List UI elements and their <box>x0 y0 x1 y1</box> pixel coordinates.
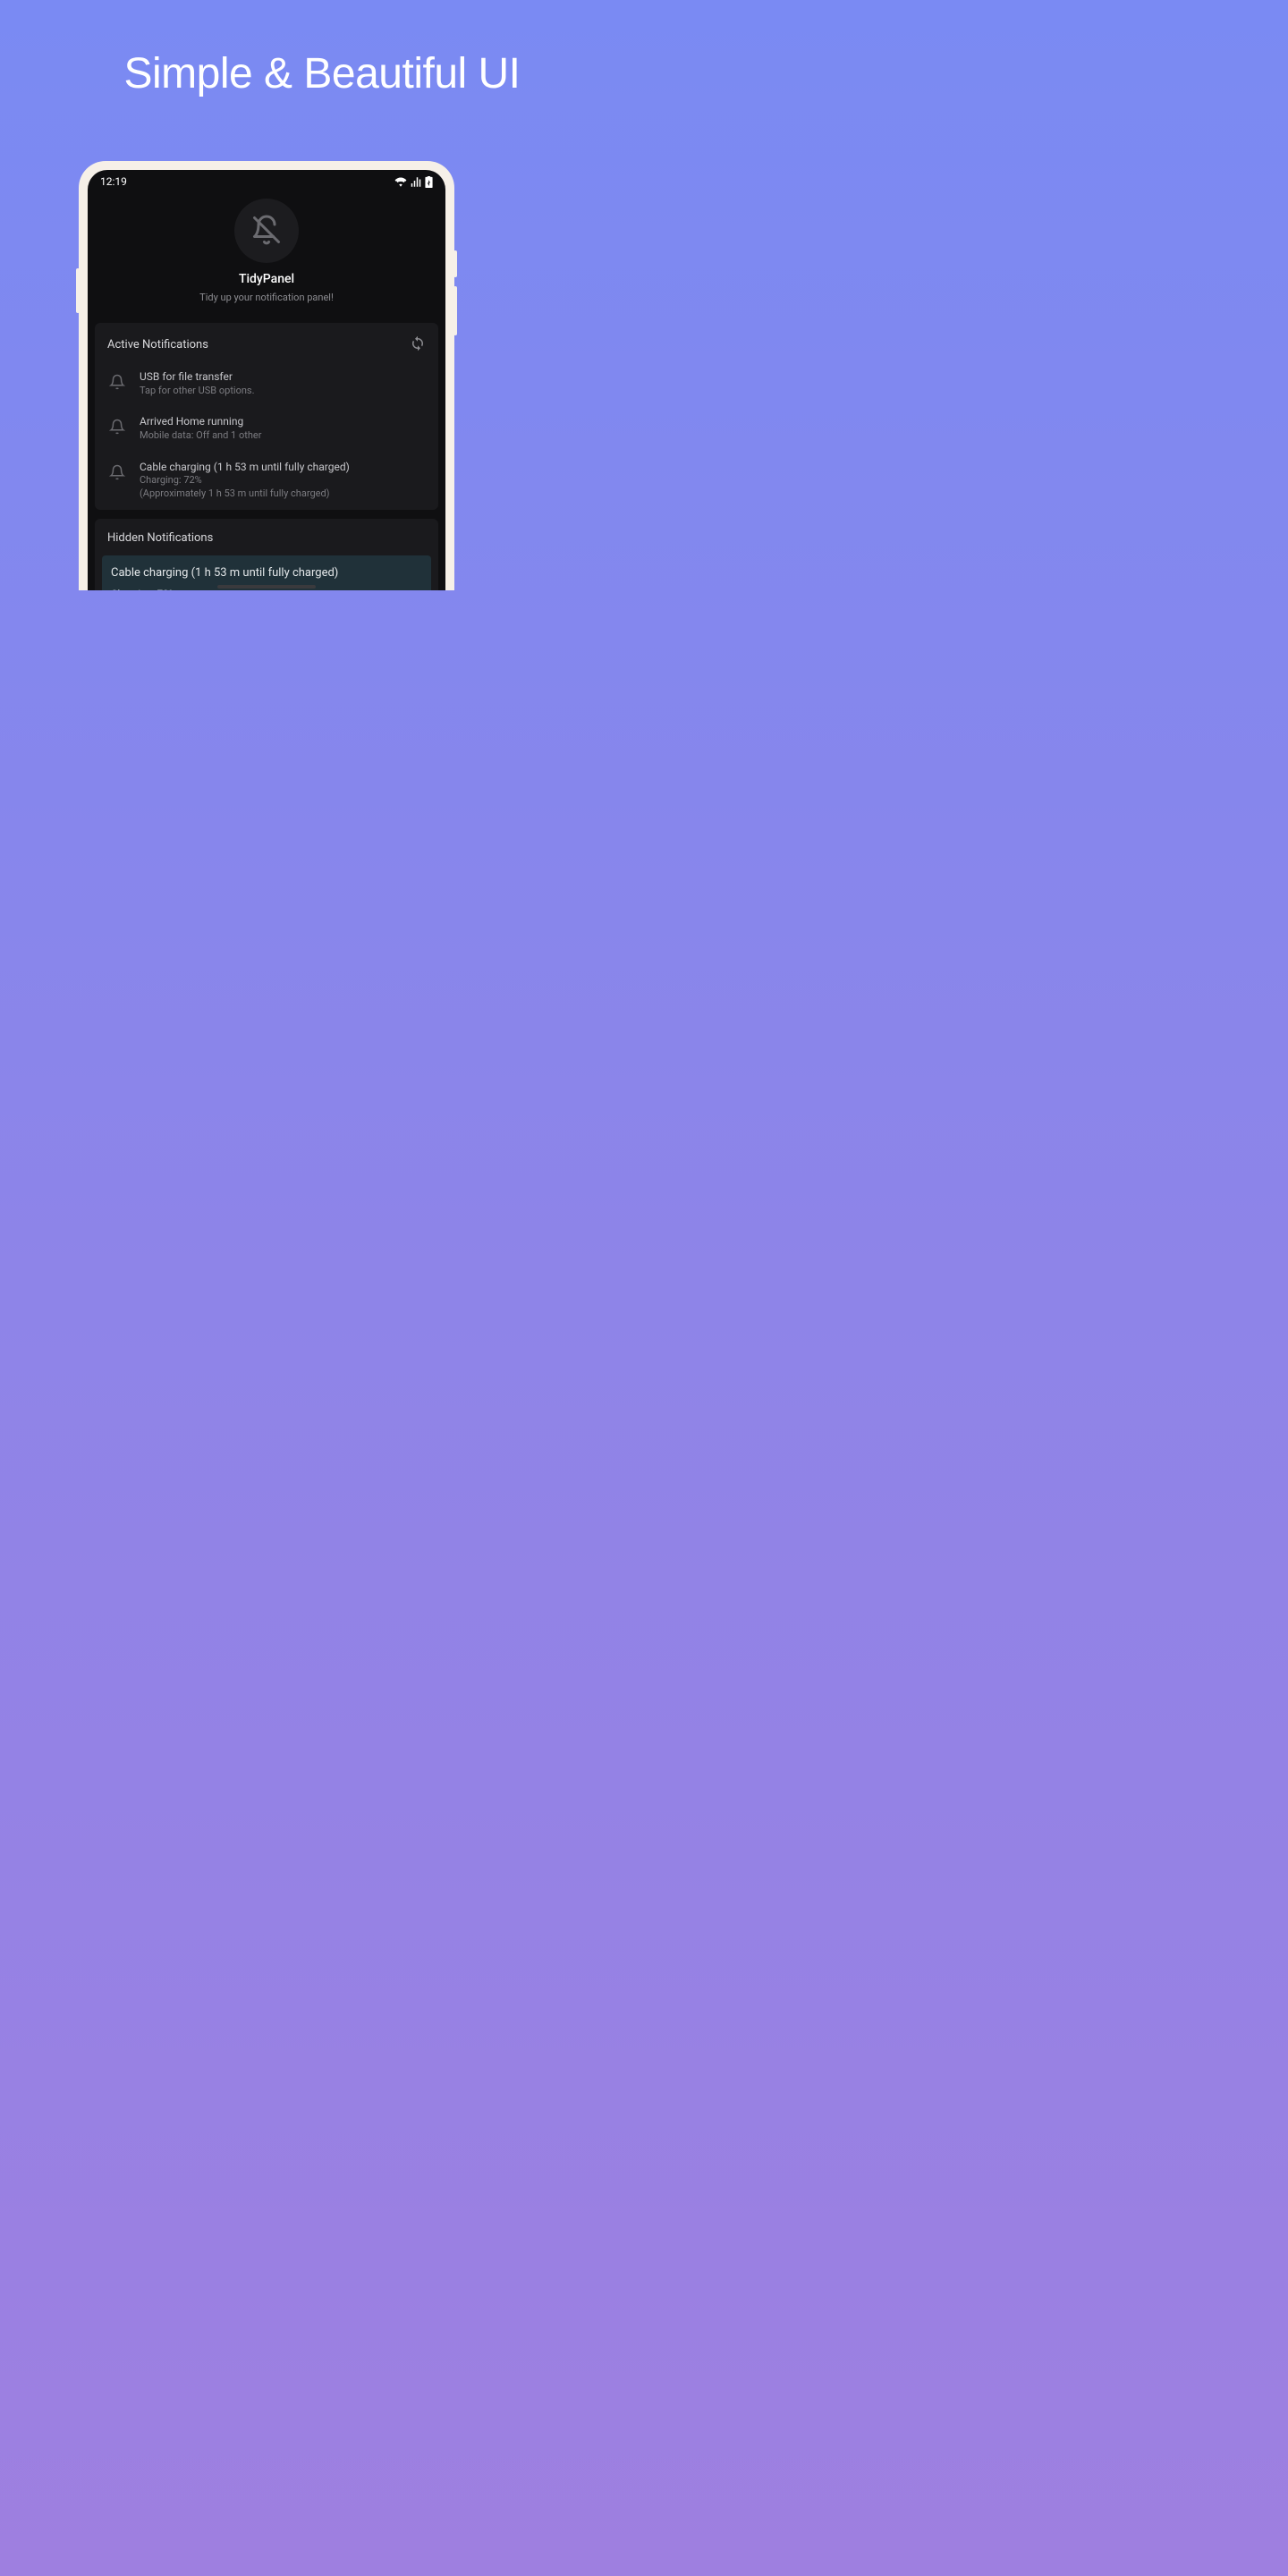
bell-icon <box>107 415 127 435</box>
bell-off-icon <box>250 214 283 249</box>
bell-icon <box>107 370 127 390</box>
notification-title: Arrived Home running <box>140 415 426 429</box>
status-bar: 12:19 <box>88 170 445 193</box>
app-header: TidyPanel Tidy up your notification pane… <box>88 193 445 323</box>
battery-icon <box>425 176 433 188</box>
active-card-title: Active Notifications <box>107 338 208 352</box>
highlight-title: Cable charging (1 h 53 m until fully cha… <box>111 566 422 580</box>
notification-title: Cable charging (1 h 53 m until fully cha… <box>140 461 426 475</box>
refresh-button[interactable] <box>410 335 426 354</box>
notification-item[interactable]: USB for file transfer Tap for other USB … <box>95 361 438 406</box>
app-subtitle: Tidy up your notification panel! <box>88 292 445 303</box>
bell-icon <box>107 461 127 480</box>
signal-icon <box>411 177 421 187</box>
status-icons <box>394 176 433 188</box>
status-time: 12:19 <box>100 175 127 188</box>
notification-subtitle: Charging: 72% (Approximately 1 h 53 m un… <box>140 474 426 501</box>
notification-title: USB for file transfer <box>140 370 426 385</box>
wifi-icon <box>394 177 407 187</box>
promo-headline: Simple & Beautiful UI <box>0 49 644 98</box>
app-icon <box>234 199 299 263</box>
device-button-left <box>76 268 80 313</box>
notification-item[interactable]: Arrived Home running Mobile data: Off an… <box>95 406 438 451</box>
app-title: TidyPanel <box>88 272 445 286</box>
hidden-card-title: Hidden Notifications <box>107 531 213 545</box>
screen: 12:19 <box>88 170 445 590</box>
active-notifications-card: Active Notifications USB for file transf… <box>95 323 438 510</box>
device-button-right-top <box>453 250 457 277</box>
device-button-right-mid <box>453 286 457 335</box>
notification-item[interactable]: Cable charging (1 h 53 m until fully cha… <box>95 452 438 510</box>
refresh-icon <box>410 342 426 354</box>
notification-subtitle: Tap for other USB options. <box>140 385 426 398</box>
hidden-notifications-card: Hidden Notifications Cable charging (1 h… <box>95 519 438 590</box>
nav-pill[interactable] <box>217 585 316 589</box>
notification-subtitle: Mobile data: Off and 1 other <box>140 429 426 443</box>
device-frame: 12:19 <box>79 161 454 590</box>
